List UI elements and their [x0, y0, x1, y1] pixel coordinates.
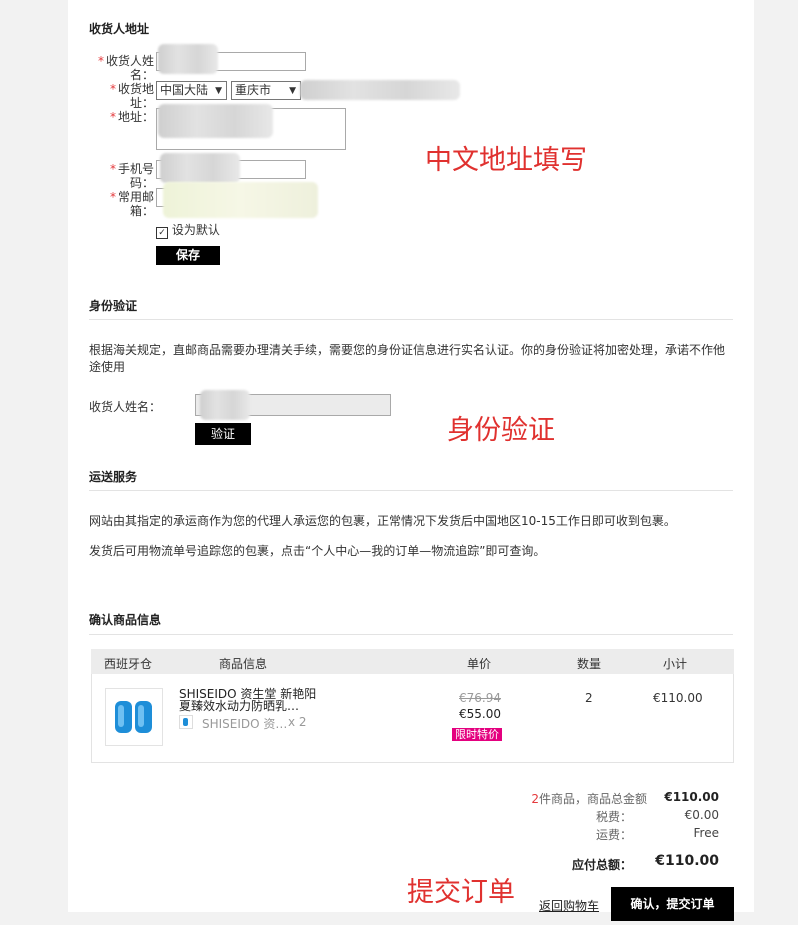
goods-total: €110.00: [664, 790, 719, 804]
header-subtotal: 小计: [663, 657, 688, 671]
divider: [89, 319, 733, 320]
header-store: 西班牙仓: [104, 657, 153, 671]
tax-label: 税费：: [595, 810, 632, 824]
divider: [89, 490, 733, 491]
address-section-title: 收货人地址: [89, 22, 150, 36]
confirm-section-title: 确认商品信息: [89, 613, 162, 627]
phone-label: * 手机号码：: [109, 162, 154, 190]
product-title[interactable]: SHISEIDO 资生堂 新艳阳夏臻效水动力防晒乳…: [179, 688, 317, 712]
product-quantity: 2: [585, 691, 593, 705]
product-image[interactable]: [105, 688, 163, 746]
identity-description: 根据海关规定，直邮商品需要办理清关手续，需要您的身份证信息进行实名认证。你的身份…: [89, 343, 726, 374]
default-checkbox[interactable]: ✓ 设为默认: [156, 221, 220, 239]
flash-sale-badge: 限时特价: [452, 728, 502, 741]
tax-value: €0.00: [684, 808, 719, 822]
total-label: 应付总额：: [571, 858, 632, 872]
address-annotation: 中文地址填写: [425, 145, 587, 176]
shipping-fee-value: Free: [693, 826, 719, 840]
identity-annotation: 身份验证: [447, 415, 555, 446]
product-table-header: 西班牙仓 商品信息 单价 数量 小计: [91, 649, 734, 674]
verify-button[interactable]: 验证: [195, 423, 251, 445]
submit-annotation: 提交订单: [407, 877, 515, 908]
sunscreen-thumb-icon: [183, 718, 188, 726]
shipping-text-1: 网站由其指定的承运商作为您的代理人承运您的包裹，正常情况下发货后中国地区10-1…: [89, 514, 676, 528]
submit-order-button[interactable]: 确认，提交订单: [611, 887, 734, 921]
unit-price: €55.00: [459, 707, 501, 721]
shipping-fee-label: 运费：: [595, 828, 632, 842]
product-sub-name: SHISEIDO 资…: [202, 717, 288, 731]
redacted-district: [300, 80, 460, 100]
redacted-name: [158, 44, 218, 74]
product-row: SHISEIDO 资生堂 新艳阳夏臻效水动力防晒乳… SHISEIDO 资… x…: [91, 674, 734, 763]
identity-name-label: 收货人姓名：: [89, 400, 162, 414]
email-label: * 常用邮箱：: [109, 190, 154, 218]
address-detail-label: * 地址：: [109, 110, 154, 124]
chevron-down-icon: ▼: [289, 86, 296, 96]
identity-section-title: 身份验证: [89, 299, 138, 313]
country-select[interactable]: 中国大陆 ▼: [156, 81, 227, 100]
redacted-address: [158, 104, 273, 138]
goods-count: 2件商品，商品总金额: [531, 792, 647, 806]
city-select[interactable]: 重庆市 ▼: [231, 81, 301, 100]
product-thumbnail: [179, 715, 193, 729]
product-sub-qty: x 2: [288, 715, 307, 729]
total-value: €110.00: [655, 853, 719, 869]
checkout-page: 收货人地址 * 收货人姓名： * 收货地址： 中国大陆 ▼ 重庆市 ▼ * 地址： * 手机…: [68, 0, 754, 921]
shipping-text-2: 发货后可用物流单号追踪您的包裹，点击“个人中心—我的订单—物流追踪”即可查询。: [89, 544, 546, 558]
product-subtotal: €110.00: [653, 691, 703, 705]
header-info: 商品信息: [219, 657, 268, 671]
back-to-cart-link[interactable]: 返回购物车: [539, 897, 599, 914]
checkbox-checked-icon: ✓: [156, 227, 168, 239]
chevron-down-icon: ▼: [215, 86, 222, 96]
redacted-email: [163, 182, 318, 218]
divider: [89, 634, 733, 635]
sunscreen-bottle-icon: [115, 701, 152, 733]
shipping-section-title: 运送服务: [89, 470, 138, 484]
original-price: €76.94: [459, 691, 501, 705]
redacted-identity-name: [200, 390, 250, 420]
save-button[interactable]: 保存: [156, 246, 220, 265]
redacted-phone: [160, 153, 240, 183]
region-label: * 收货地址：: [109, 82, 154, 110]
header-qty: 数量: [577, 657, 602, 671]
header-price: 单价: [467, 657, 492, 671]
name-label: * 收货人姓名：: [97, 54, 154, 82]
